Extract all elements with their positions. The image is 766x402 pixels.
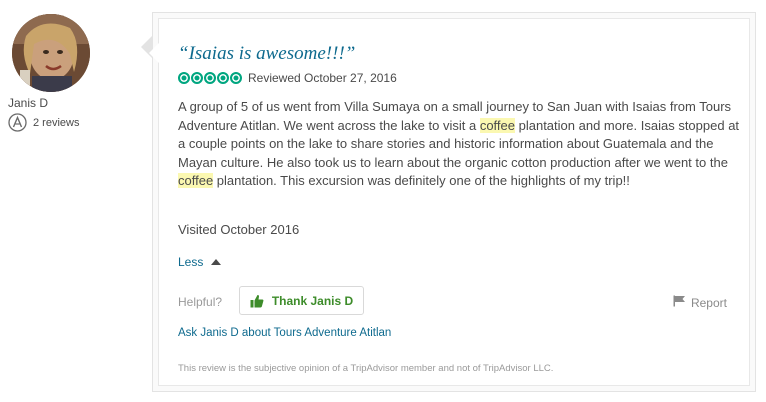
flag-icon[interactable] — [673, 295, 687, 310]
rating-bubble-icon — [178, 72, 190, 84]
reviewer-badge-icon — [8, 113, 27, 132]
review-title[interactable]: “Isaias is awesome!!!” — [178, 43, 355, 65]
thumbs-up-icon — [250, 294, 264, 308]
reviews-count-row: 2 reviews — [8, 113, 79, 132]
less-toggle[interactable]: Less — [178, 255, 222, 269]
ask-reviewer-link[interactable]: Ask Janis D about Tours Adventure Atitla… — [178, 327, 391, 339]
review-card: “Isaias is awesome!!!” Reviewed October … — [141, 12, 756, 392]
highlight-keyword: coffee — [178, 173, 214, 189]
rating-bubble-icon — [230, 72, 242, 84]
caret-up-icon[interactable] — [211, 259, 222, 265]
rating-bubble-icon — [217, 72, 229, 84]
thank-button[interactable]: Thank Janis D — [239, 286, 364, 315]
rating-bubble-icon — [191, 72, 203, 84]
disclaimer-text: This review is the subjective opinion of… — [178, 363, 554, 374]
review-card-inner: “Isaias is awesome!!!” Reviewed October … — [149, 18, 750, 386]
reviews-count[interactable]: 2 reviews — [33, 117, 79, 129]
visited-date: Visited October 2016 — [178, 222, 300, 237]
username[interactable]: Janis D — [8, 96, 48, 110]
avatar[interactable] — [12, 14, 90, 92]
bubble-rating — [178, 72, 242, 84]
rating-row: Reviewed October 27, 2016 — [178, 71, 397, 85]
report-button[interactable]: Report — [673, 295, 727, 310]
review-body-part: plantation. This excursion was definitel… — [213, 173, 630, 189]
review-body: A group of 5 of us went from Villa Sumay… — [178, 98, 748, 191]
rating-bubble-icon — [204, 72, 216, 84]
less-label[interactable]: Less — [178, 255, 203, 269]
report-label[interactable]: Report — [691, 296, 727, 310]
highlight-keyword: coffee — [479, 117, 515, 133]
thank-label[interactable]: Thank Janis D — [272, 294, 353, 308]
helpful-label: Helpful? — [178, 295, 223, 309]
reviewed-date: Reviewed October 27, 2016 — [248, 71, 397, 85]
card-pointer-inner — [149, 42, 160, 64]
